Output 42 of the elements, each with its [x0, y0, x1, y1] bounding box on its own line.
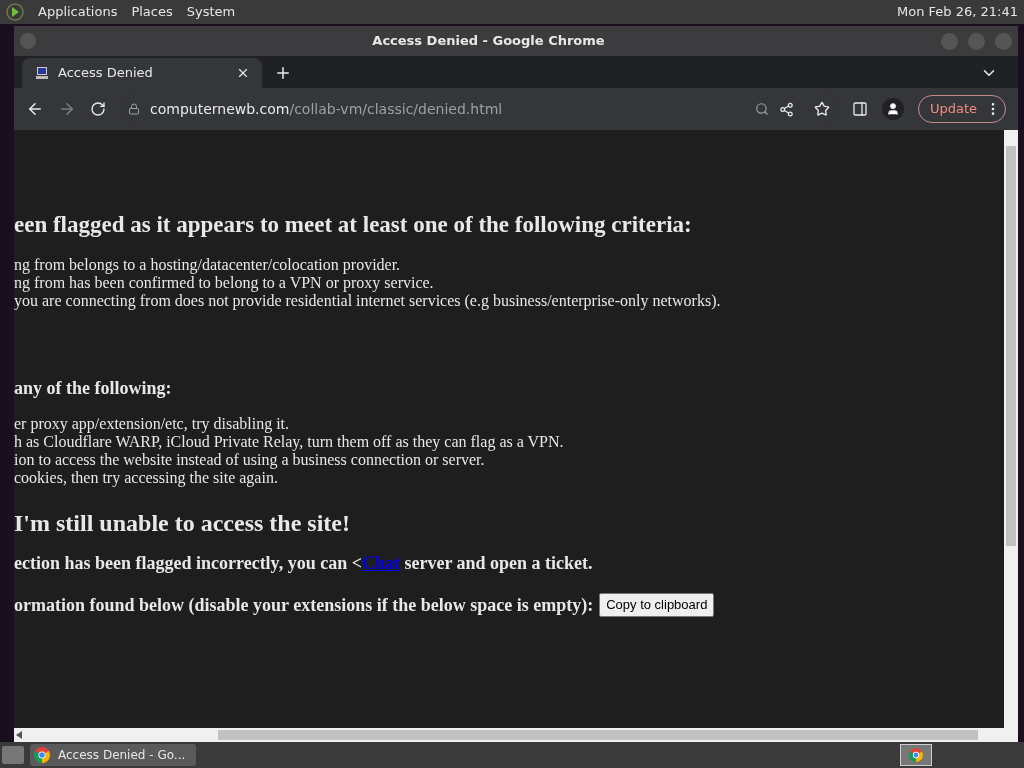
criteria-item: you are connecting from does not provide residential internet services (e.g business/enterprise-only networks). [14, 292, 722, 310]
criteria-item: ng from belongs to a hosting/datacenter/colocation provider. [14, 256, 402, 274]
browser-tab[interactable]: Access Denied [22, 58, 262, 88]
fix-item: er proxy app/extension/etc, try disabling it. [14, 415, 291, 433]
search-icon[interactable] [754, 102, 769, 116]
taskbar-window-button[interactable]: Access Denied - Go... [30, 744, 196, 766]
ticket-text: ection has been flagged incorrectly, you can <Chat server and open a ticket. [14, 553, 594, 573]
window-title: Access Denied - Google Chrome [371, 32, 606, 51]
close-tab-icon[interactable] [236, 66, 250, 80]
vertical-scrollbar[interactable] [1004, 130, 1018, 742]
taskbar-window-title: Access Denied - Go... [58, 747, 186, 764]
fix-item: ion to access the website instead of using a business connection or server. [14, 451, 486, 469]
still-unable-heading: I'm still unable to access the site! [14, 509, 351, 537]
chrome-logo-icon [909, 748, 923, 762]
back-icon[interactable] [26, 100, 44, 118]
side-panel-icon[interactable] [851, 101, 868, 117]
computer-favicon-icon [34, 65, 50, 81]
forward-icon[interactable] [58, 100, 76, 118]
distro-logo-icon [6, 3, 24, 21]
url-text: computernewb.com/collab-vm/classic/denied.html [150, 99, 504, 119]
panel-menu[interactable]: Places [131, 2, 173, 22]
info-text: ormation found below (disable your extensions if the below space is empty): [14, 593, 594, 616]
star-icon[interactable] [813, 101, 830, 117]
criteria-heading: een flagged as it appears to meet at least one of the following criteria: [14, 212, 693, 238]
horizontal-scrollbar[interactable] [14, 728, 1004, 742]
panel-clock: Mon Feb 26, 21:41 [897, 3, 1018, 22]
fixes-heading: any of the following: [14, 378, 173, 398]
panel-menu[interactable]: System [186, 2, 236, 22]
fix-item: h as Cloudflare WARP, iCloud Private Relay, turn them off as they can flag as a VPN. [14, 433, 565, 451]
new-tab-icon[interactable] [274, 64, 292, 82]
lock-icon [128, 103, 140, 115]
share-icon[interactable] [778, 101, 794, 117]
reload-icon[interactable] [90, 101, 106, 117]
scroll-left-icon[interactable] [16, 731, 22, 739]
panel-menu[interactable]: Applications [38, 2, 118, 22]
criteria-item: ng from has been confirmed to belong to a VPN or proxy service. [14, 274, 435, 292]
fix-item: cookies, then try accessing the site again. [14, 469, 279, 487]
copy-button[interactable]: Copy to clipboard [599, 593, 715, 617]
profile-icon[interactable] [881, 98, 904, 120]
tray-app-button[interactable] [900, 744, 932, 766]
chrome-logo-icon [34, 747, 50, 763]
tab-title: Access Denied [58, 64, 154, 83]
